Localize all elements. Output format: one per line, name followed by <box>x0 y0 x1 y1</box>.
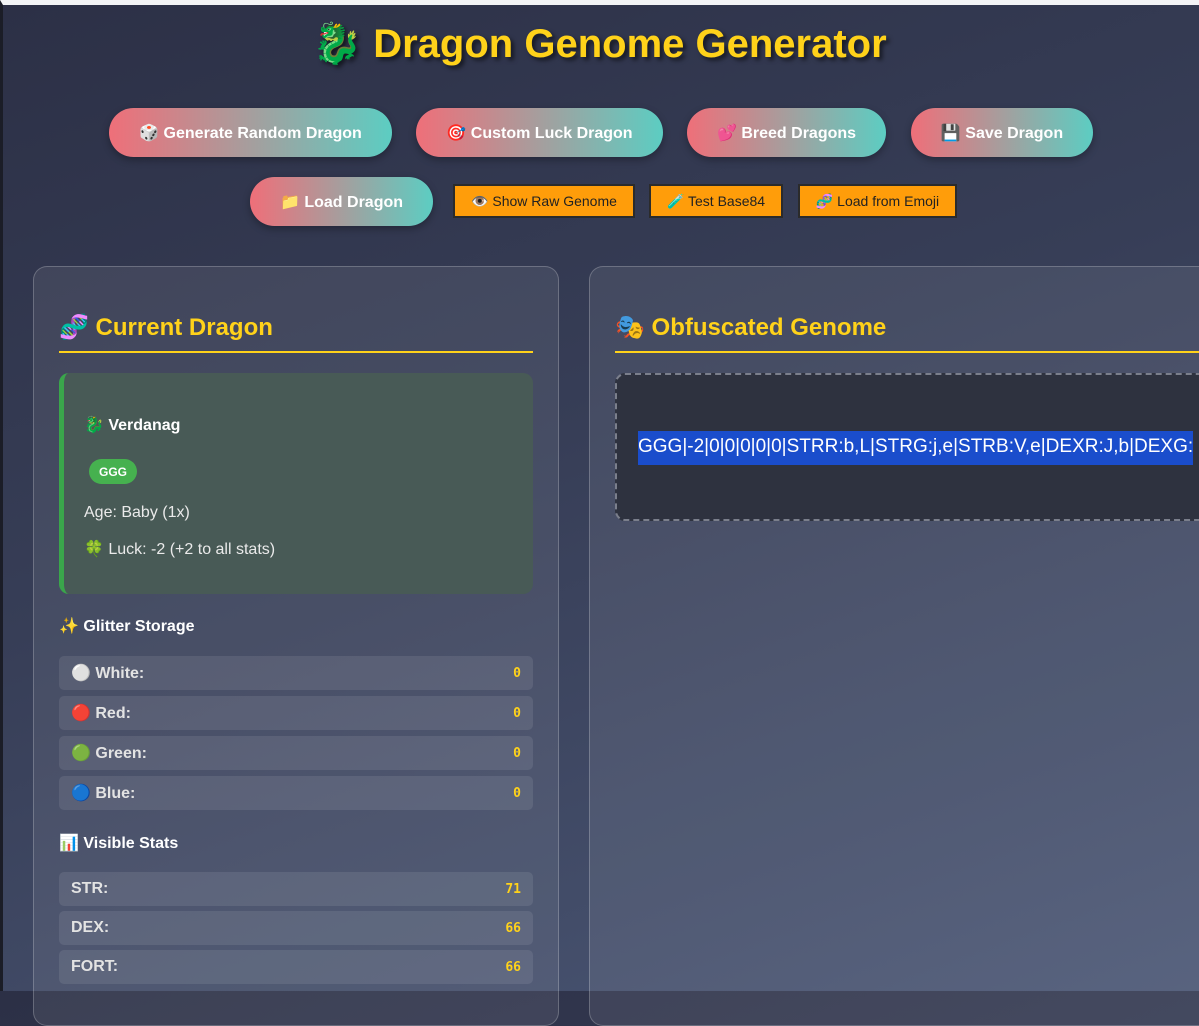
stat-label: STR: <box>71 880 109 897</box>
glitter-label: ⚪ White: <box>71 665 145 682</box>
breed-dragons-button[interactable]: 💕 Breed Dragons <box>687 108 886 157</box>
test-base84-button[interactable]: 🧪 Test Base84 <box>649 184 783 218</box>
generate-random-dragon-button[interactable]: 🎲 Generate Random Dragon <box>109 108 392 157</box>
glitter-storage-heading: ✨ Glitter Storage <box>59 618 195 635</box>
load-from-emoji-button[interactable]: 🧬 Load from Emoji <box>798 184 957 218</box>
glitter-label: 🔴 Red: <box>71 705 131 722</box>
glitter-label: 🔵 Blue: <box>71 785 136 802</box>
stat-value: 66 <box>505 920 521 936</box>
stat-row-str: STR: 71 <box>59 872 533 906</box>
visible-stats-heading: 📊 Visible Stats <box>59 835 179 852</box>
stat-value: 66 <box>505 959 521 975</box>
glitter-value: 0 <box>513 705 521 721</box>
glitter-label: 🟢 Green: <box>71 745 147 762</box>
save-dragon-button[interactable]: 💾 Save Dragon <box>911 108 1093 157</box>
custom-luck-dragon-button[interactable]: 🎯 Custom Luck Dragon <box>416 108 663 157</box>
stat-label: DEX: <box>71 919 110 936</box>
current-dragon-panel: 🧬 Current Dragon 🐉 Verdanag GGG Age: Bab… <box>33 266 559 1026</box>
glitter-row-white: ⚪ White: 0 <box>59 656 533 690</box>
heading-divider <box>615 351 1199 353</box>
glitter-row-blue: 🔵 Blue: 0 <box>59 776 533 810</box>
obfuscated-genome-heading: 🎭 Obfuscated Genome <box>615 314 887 341</box>
heading-divider <box>59 351 533 353</box>
dragon-luck: 🍀 Luck: -2 (+2 to all stats) <box>84 541 276 558</box>
load-dragon-button[interactable]: 📁 Load Dragon <box>250 177 433 226</box>
glitter-value: 0 <box>513 745 521 761</box>
stat-row-fort: FORT: 66 <box>59 950 533 984</box>
glitter-value: 0 <box>513 665 521 681</box>
genome-text[interactable]: GGG|-2|0|0|0|0|0|STRR:b,L|STRG:j,e|STRB:… <box>638 431 1194 465</box>
page-title: 🐉 Dragon Genome Generator <box>312 22 887 66</box>
obfuscated-genome-panel: 🎭 Obfuscated Genome GGG|-2|0|0|0|0|0|STR… <box>589 266 1199 1026</box>
current-dragon-heading: 🧬 Current Dragon <box>59 314 273 341</box>
dragon-name: 🐉 Verdanag <box>84 417 181 434</box>
dragon-card: 🐉 Verdanag GGG Age: Baby (1x) 🍀 Luck: -2… <box>59 373 533 594</box>
glitter-value: 0 <box>513 785 521 801</box>
stat-row-dex: DEX: 66 <box>59 911 533 945</box>
glitter-row-red: 🔴 Red: 0 <box>59 696 533 730</box>
genome-output-box[interactable]: GGG|-2|0|0|0|0|0|STRR:b,L|STRG:j,e|STRB:… <box>615 373 1199 521</box>
dragon-age: Age: Baby (1x) <box>84 504 190 521</box>
stat-value: 71 <box>505 881 521 897</box>
genome-badge: GGG <box>89 459 137 484</box>
stat-label: FORT: <box>71 958 119 975</box>
show-raw-genome-button[interactable]: 👁️ Show Raw Genome <box>453 184 635 218</box>
glitter-row-green: 🟢 Green: 0 <box>59 736 533 770</box>
